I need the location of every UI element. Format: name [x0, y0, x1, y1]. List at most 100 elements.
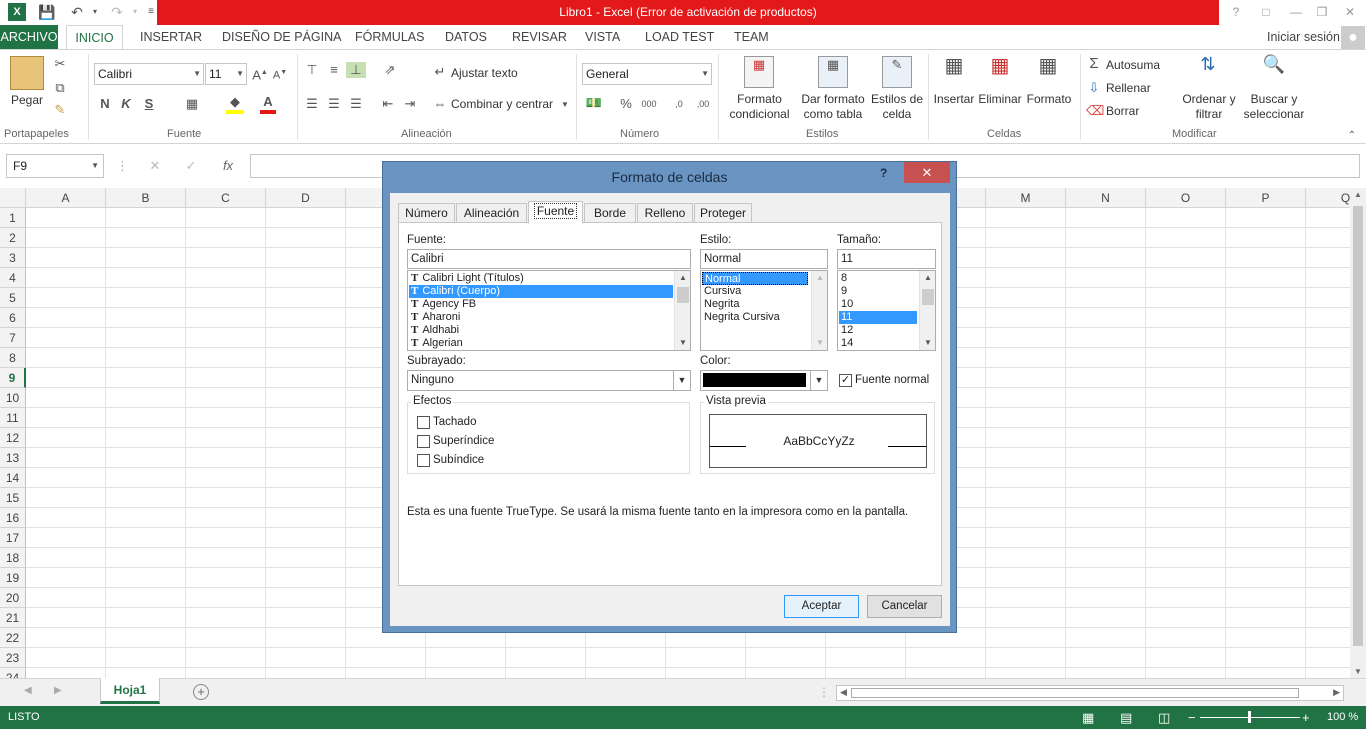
normal-font-checkbox[interactable]: ✓ — [839, 374, 852, 387]
row-header[interactable]: 13 — [0, 448, 26, 468]
scroll-up-icon[interactable]: ▲ — [1350, 190, 1366, 199]
row-header[interactable]: 8 — [0, 348, 26, 368]
list-item[interactable]: 8 — [839, 272, 917, 285]
tab-view[interactable]: VISTA — [577, 25, 628, 50]
list-item[interactable]: T Calibri Light (Títulos) — [409, 272, 673, 285]
number-format-combo[interactable]: General ▼ — [582, 63, 712, 85]
select-all-corner[interactable] — [0, 188, 26, 208]
sort-filter-icon[interactable]: ⇅ — [1192, 55, 1224, 88]
align-left-icon[interactable]: ☰ — [304, 96, 320, 112]
sheet-prev-icon[interactable]: ◀ — [24, 685, 32, 696]
tab-page-layout[interactable]: DISEÑO DE PÁGINA — [214, 25, 349, 50]
superscript-checkbox[interactable] — [417, 435, 430, 448]
column-header[interactable]: A — [26, 188, 106, 208]
font-name-combo[interactable]: Calibri ▼ — [94, 63, 204, 85]
dialog-help-icon[interactable]: ? — [880, 166, 887, 180]
cut-icon[interactable]: ✂ — [52, 56, 68, 72]
format-as-table-button[interactable]: Dar formato como tabla — [798, 92, 868, 122]
sign-in-link[interactable]: Iniciar sesión — [1259, 25, 1348, 50]
list-item[interactable]: 14 — [839, 337, 917, 350]
row-header[interactable]: 16 — [0, 508, 26, 528]
scroll-up-icon[interactable]: ▲ — [920, 271, 935, 285]
tab-alignment[interactable]: Alineación — [456, 203, 527, 223]
row-header[interactable]: 7 — [0, 328, 26, 348]
align-top-icon[interactable]: ⊤ — [304, 62, 320, 78]
list-item[interactable]: 10 — [839, 298, 917, 311]
row-header[interactable]: 18 — [0, 548, 26, 568]
copy-icon[interactable]: ⧉ — [52, 80, 68, 96]
align-right-icon[interactable]: ☰ — [348, 96, 364, 112]
scroll-right-icon[interactable]: ▶ — [1333, 687, 1340, 698]
tab-border[interactable]: Borde — [584, 203, 636, 223]
zoom-in-icon[interactable]: + — [1302, 706, 1310, 729]
italic-button[interactable]: K — [119, 96, 133, 112]
row-header[interactable]: 5 — [0, 288, 26, 308]
font-list[interactable]: T Calibri Light (Títulos) T Calibri (Cuerp… — [407, 270, 691, 351]
insert-function-icon[interactable]: fx — [218, 158, 238, 174]
column-header[interactable]: Q — [1306, 188, 1350, 208]
list-item[interactable]: 12 — [839, 324, 917, 337]
add-sheet-icon[interactable]: + — [193, 684, 209, 700]
format-as-table-icon[interactable]: ▦ — [818, 56, 848, 88]
list-item[interactable]: Negrita — [702, 298, 808, 311]
font-list-scrollbar[interactable]: ▲ ▼ — [674, 271, 690, 350]
ribbon-display-icon[interactable]: □ — [1254, 4, 1278, 20]
zoom-slider[interactable] — [1200, 711, 1300, 723]
page-layout-view-icon[interactable]: ▤ — [1120, 706, 1132, 729]
merge-dropdown-icon[interactable]: ▼ — [560, 97, 570, 113]
vertical-scrollbar[interactable]: ▲ ▼ — [1350, 188, 1366, 678]
undo-icon[interactable]: ↶ — [68, 3, 86, 21]
row-header[interactable]: 19 — [0, 568, 26, 588]
style-list[interactable]: Normal Cursiva Negrita Negrita Cursiva ▲… — [700, 270, 828, 351]
insert-cells-icon[interactable]: ▦ — [940, 56, 968, 88]
delete-cells-icon[interactable]: ▦ — [986, 56, 1014, 88]
column-header[interactable]: M — [986, 188, 1066, 208]
size-input[interactable]: 11 — [837, 249, 936, 269]
paste-icon[interactable] — [10, 56, 44, 90]
style-list-scrollbar[interactable]: ▲ ▼ — [811, 271, 827, 350]
wrap-text-icon[interactable]: ↵ — [432, 64, 448, 80]
sheet-next-icon[interactable]: ▶ — [54, 685, 62, 696]
tab-protection[interactable]: Proteger — [694, 203, 752, 223]
zoom-level[interactable]: 100 % — [1327, 706, 1358, 729]
size-list[interactable]: 8 9 10 11 12 14 ▲ ▼ — [837, 270, 936, 351]
scroll-thumb[interactable] — [851, 688, 1299, 698]
row-header[interactable]: 14 — [0, 468, 26, 488]
strikethrough-checkbox[interactable] — [417, 416, 430, 429]
scroll-thumb[interactable] — [1353, 206, 1363, 646]
list-item[interactable]: Normal — [702, 272, 808, 285]
conditional-format-icon[interactable]: ▦ — [744, 56, 774, 88]
row-header[interactable]: 10 — [0, 388, 26, 408]
style-input[interactable]: Normal — [700, 249, 828, 269]
row-header[interactable]: 6 — [0, 308, 26, 328]
ok-button[interactable]: Aceptar — [784, 595, 859, 618]
tab-fill[interactable]: Relleno — [637, 203, 693, 223]
comma-style-icon[interactable]: 000 — [640, 96, 658, 112]
redo-icon[interactable]: ↷ — [108, 3, 126, 21]
row-header[interactable]: 24 — [0, 668, 26, 678]
column-header[interactable]: N — [1066, 188, 1146, 208]
size-list-scrollbar[interactable]: ▲ ▼ — [919, 271, 935, 350]
color-picker[interactable]: ▼ — [700, 370, 828, 391]
scroll-down-icon[interactable]: ▼ — [920, 336, 935, 350]
percent-icon[interactable]: % — [618, 96, 634, 112]
tab-home[interactable]: INICIO — [66, 25, 123, 50]
autosum-icon[interactable]: Σ — [1086, 56, 1102, 72]
fill-button[interactable]: Rellenar — [1106, 81, 1151, 96]
fill-color-icon[interactable]: ◆ — [226, 94, 244, 114]
bold-button[interactable]: N — [98, 96, 112, 112]
list-item[interactable]: Negrita Cursiva — [702, 311, 808, 324]
column-header[interactable]: P — [1226, 188, 1306, 208]
user-avatar-icon[interactable]: ● — [1341, 26, 1365, 49]
row-header[interactable]: 1 — [0, 208, 26, 228]
zoom-out-icon[interactable]: − — [1188, 706, 1196, 729]
row-header[interactable]: 21 — [0, 608, 26, 628]
cell-styles-icon[interactable]: ✎ — [882, 56, 912, 88]
scroll-down-icon[interactable]: ▼ — [1350, 667, 1366, 676]
scroll-left-icon[interactable]: ◀ — [840, 687, 847, 698]
row-header[interactable]: 4 — [0, 268, 26, 288]
increase-indent-icon[interactable]: ⇥ — [402, 96, 418, 112]
list-item[interactable]: T Aldhabi — [409, 324, 673, 337]
orientation-icon[interactable]: ⇗ — [380, 62, 400, 78]
font-color-icon[interactable]: A — [260, 94, 276, 114]
